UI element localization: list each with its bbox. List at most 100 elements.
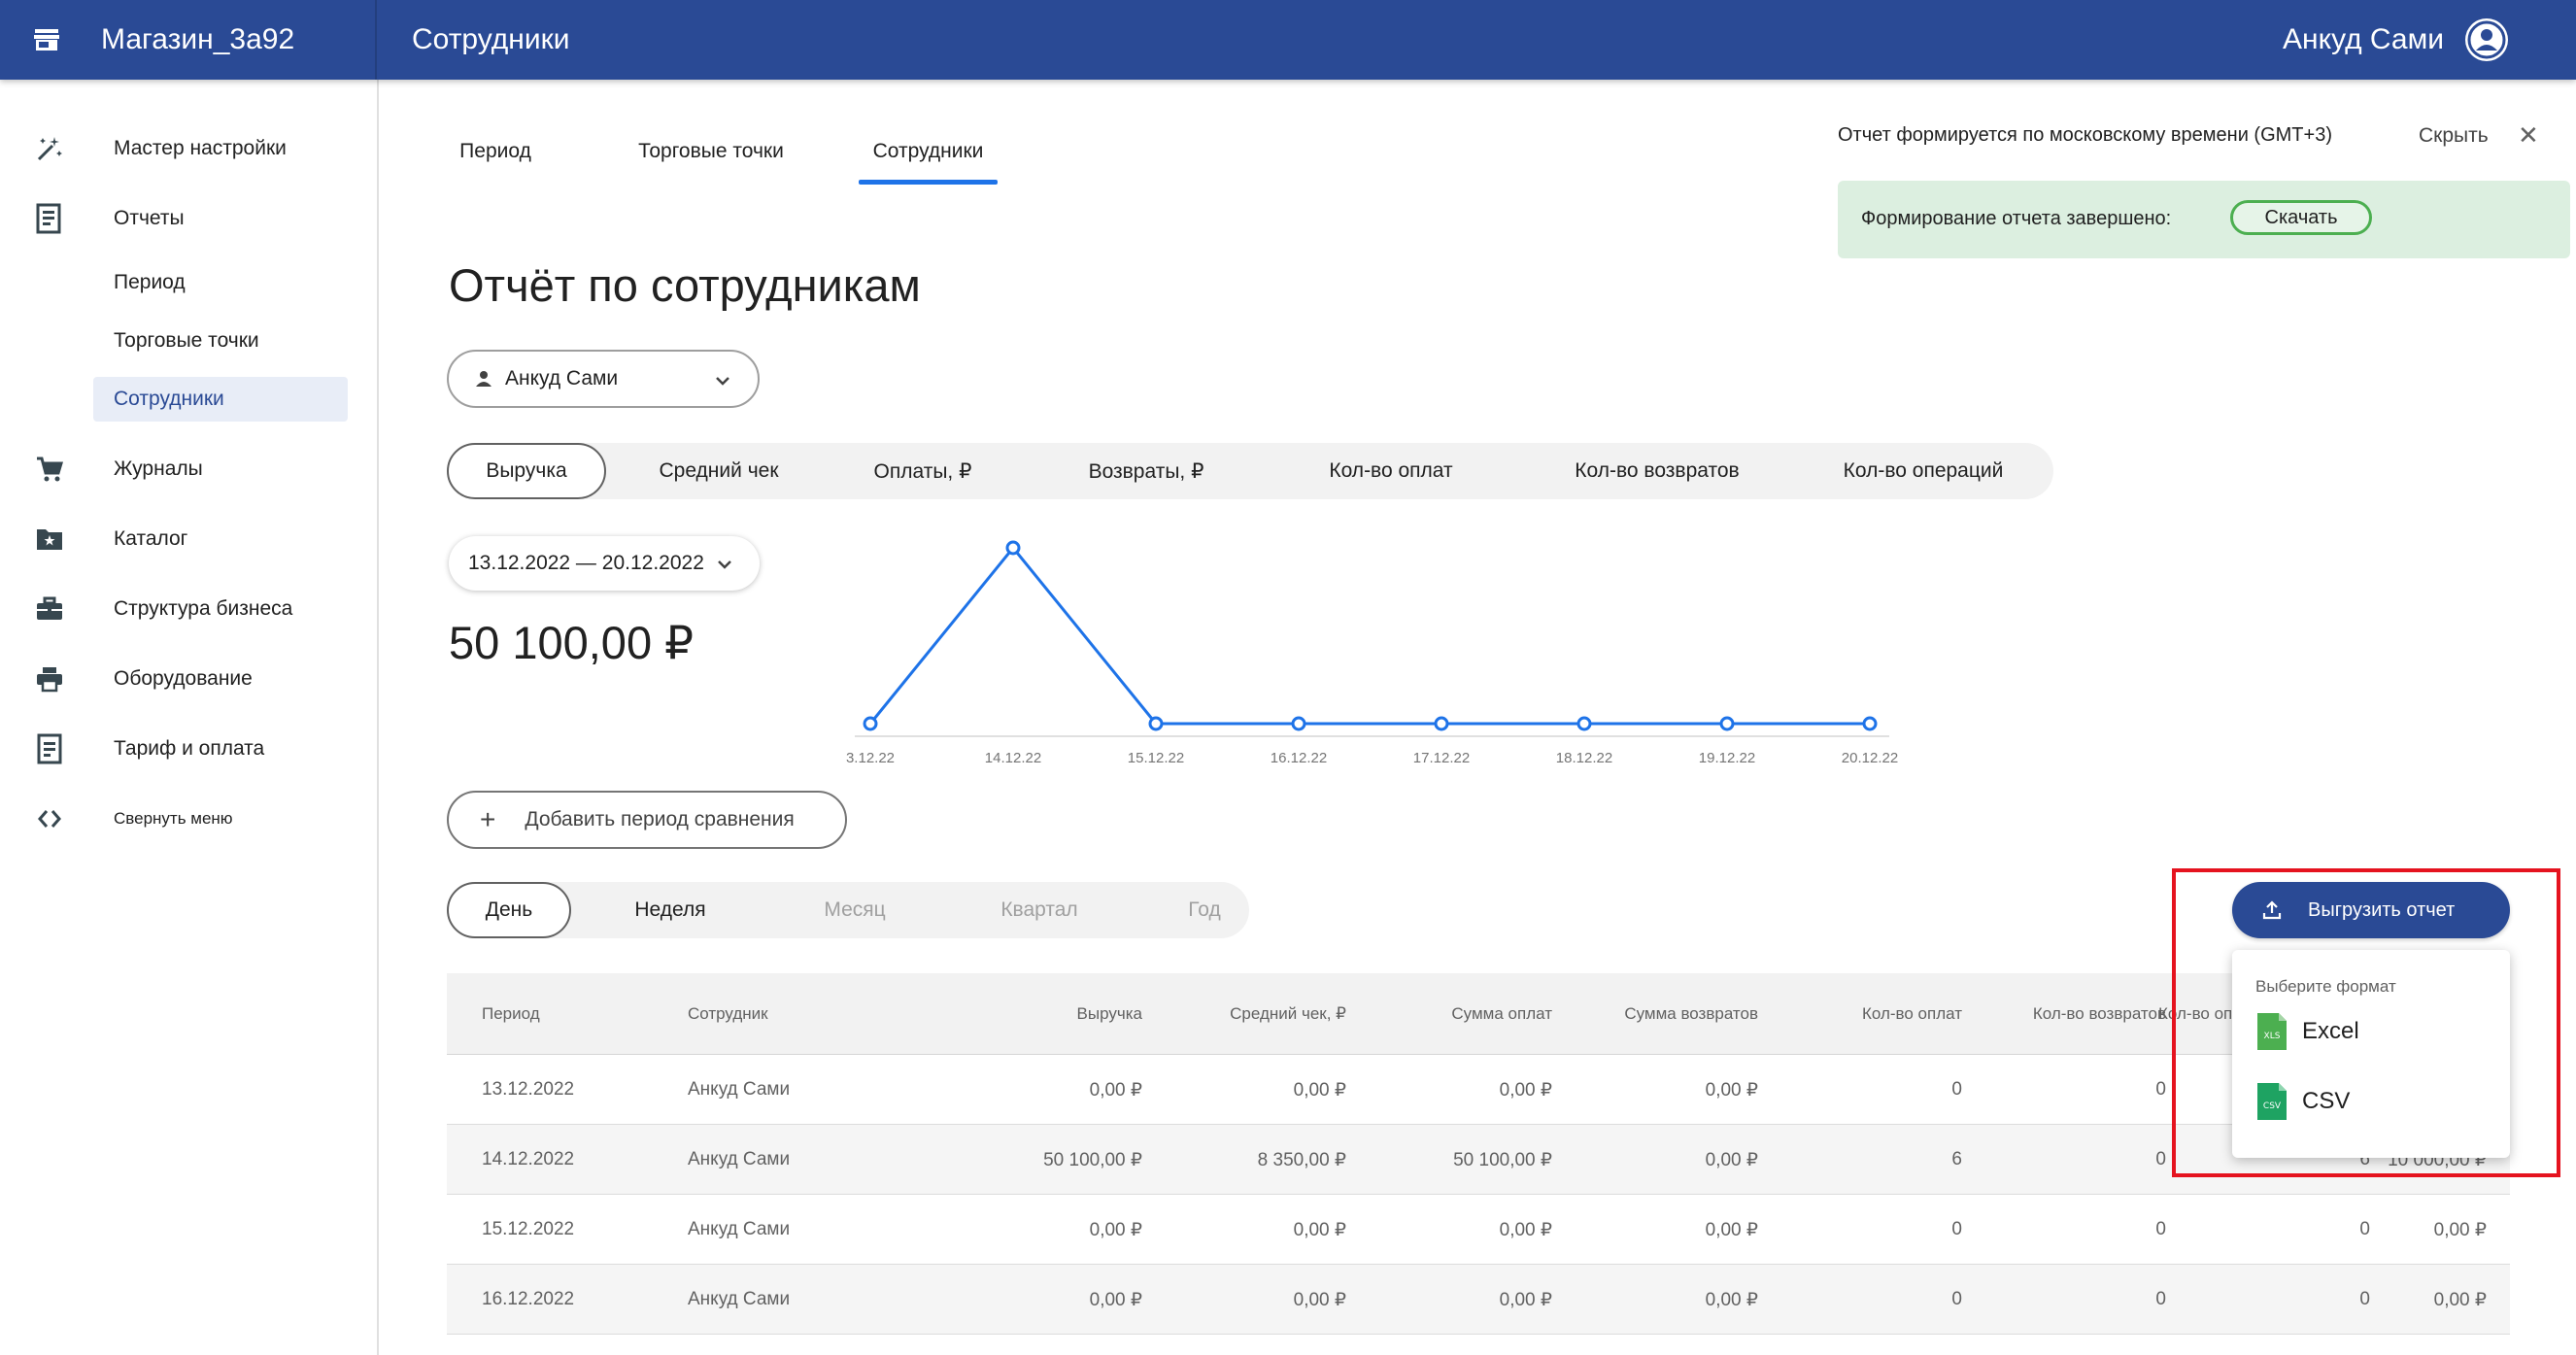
add-compare-period-button[interactable]: + Добавить период сравнения bbox=[447, 791, 847, 849]
x-tick-label: 14.12.22 bbox=[985, 750, 1041, 766]
period-year[interactable]: Год bbox=[1166, 882, 1243, 938]
cart-icon bbox=[33, 453, 66, 486]
user-menu[interactable]: Анкуд Сами bbox=[2283, 0, 2508, 80]
table-cell: 8 350,00 ₽ bbox=[1257, 1149, 1346, 1170]
data-point bbox=[1862, 716, 1878, 731]
sidebar-item-reports[interactable]: Отчеты bbox=[0, 194, 379, 243]
table-cell: 16.12.2022 bbox=[482, 1289, 575, 1309]
table-cell: 0 bbox=[2155, 1149, 2166, 1169]
page-title: Сотрудники bbox=[412, 23, 570, 55]
sidebar-item-label: Журналы bbox=[114, 457, 203, 480]
table-cell: 0,00 ₽ bbox=[1705, 1219, 1758, 1240]
metric-operations-count[interactable]: Кол-во операций bbox=[1807, 443, 2040, 499]
sidebar: Мастер настройки Отчеты Период Торговые … bbox=[0, 80, 379, 1355]
metric-switcher: Выручка Средний чек Оплаты, ₽ Возвраты, … bbox=[447, 443, 2053, 499]
data-point bbox=[1005, 540, 1021, 556]
shop-switcher[interactable]: Магазин_3а92 bbox=[0, 0, 377, 80]
table-row[interactable]: 15.12.2022 Анкуд Сами 0,00 ₽ 0,00 ₽ 0,00 ₽ 0,… bbox=[447, 1195, 2510, 1265]
sidebar-subitem-outlets[interactable]: Торговые точки bbox=[93, 319, 348, 363]
active-tab-indicator bbox=[859, 180, 998, 185]
table-cell: 0,00 ₽ bbox=[1499, 1289, 1552, 1310]
column-header[interactable]: Сотрудник bbox=[688, 973, 768, 1055]
table-cell: 0 bbox=[1951, 1079, 1962, 1100]
data-point bbox=[1576, 716, 1592, 731]
period-quarter[interactable]: Квартал bbox=[971, 882, 1107, 938]
x-tick-label: 19.12.22 bbox=[1699, 750, 1755, 766]
sidebar-subitem-employees[interactable]: Сотрудники bbox=[93, 377, 348, 422]
printer-icon bbox=[33, 662, 66, 695]
data-point bbox=[863, 716, 878, 731]
tab-outlets[interactable]: Торговые точки bbox=[612, 117, 810, 186]
metric-payments[interactable]: Оплаты, ₽ bbox=[845, 443, 1000, 499]
sidebar-item-business-structure[interactable]: Структура бизнеса bbox=[0, 585, 379, 633]
table-cell: 0,00 ₽ bbox=[1499, 1079, 1552, 1101]
metric-payments-count[interactable]: Кол-во оплат bbox=[1288, 443, 1494, 499]
table-cell: 0,00 ₽ bbox=[1293, 1219, 1346, 1240]
export-format-title: Выберите формат bbox=[2255, 977, 2396, 996]
download-button[interactable]: Скачать bbox=[2230, 200, 2372, 235]
timezone-notice: Отчет формируется по московскому времени… bbox=[1838, 124, 2332, 146]
x-tick-label: 15.12.22 bbox=[1128, 750, 1184, 766]
sidebar-item-label: Мастер настройки bbox=[114, 137, 287, 159]
column-header[interactable]: Средний чек, ₽ bbox=[1146, 973, 1346, 1055]
page-heading: Отчёт по сотрудникам bbox=[449, 259, 921, 311]
sidebar-collapse-button[interactable]: Свернуть меню bbox=[0, 795, 379, 843]
metric-average-check[interactable]: Средний чек bbox=[641, 443, 797, 499]
date-range-select[interactable]: 13.12.2022 — 20.12.2022 bbox=[449, 536, 760, 591]
period-switcher: День Неделя Месяц Квартал Год bbox=[447, 882, 1249, 938]
tab-employees[interactable]: Сотрудники bbox=[859, 117, 998, 186]
metric-refunds-count[interactable]: Кол-во возвратов bbox=[1531, 443, 1783, 499]
person-icon bbox=[476, 371, 491, 387]
metric-refunds[interactable]: Возвраты, ₽ bbox=[1049, 443, 1243, 499]
column-header[interactable]: Период bbox=[482, 973, 540, 1055]
table-cell: 0 bbox=[2155, 1079, 2166, 1100]
employee-select[interactable]: Анкуд Сами bbox=[447, 350, 760, 408]
period-day[interactable]: День bbox=[447, 882, 571, 938]
table-row[interactable]: 13.12.2022 Анкуд Сами 0,00 ₽ 0,00 ₽ 0,00 ₽ 0,… bbox=[447, 1055, 2510, 1125]
add-compare-period-label: Добавить период сравнения bbox=[525, 808, 795, 830]
sidebar-item-journals[interactable]: Журналы bbox=[0, 445, 379, 493]
period-week[interactable]: Неделя bbox=[612, 882, 729, 938]
magic-wand-icon bbox=[33, 132, 66, 165]
close-icon[interactable]: ✕ bbox=[2518, 120, 2539, 151]
x-tick-label: 16.12.22 bbox=[1271, 750, 1327, 766]
table-cell: 0,00 ₽ bbox=[1705, 1079, 1758, 1101]
metric-revenue[interactable]: Выручка bbox=[447, 443, 606, 499]
receipt-icon bbox=[33, 732, 66, 765]
tab-period[interactable]: Период bbox=[447, 117, 544, 186]
report-ready-banner: Формирование отчета завершено: Скачать bbox=[1838, 181, 2570, 258]
export-csv-option[interactable]: CSV CSV bbox=[2257, 1082, 2350, 1121]
period-month[interactable]: Месяц bbox=[797, 882, 913, 938]
x-tick-label: 20.12.22 bbox=[1842, 750, 1898, 766]
export-format-menu: Выберите формат XLS Excel CSV CSV bbox=[2232, 950, 2510, 1158]
sidebar-item-catalog[interactable]: Каталог bbox=[0, 515, 379, 563]
column-header[interactable]: Кол-во возвратов bbox=[1972, 973, 2166, 1055]
column-header[interactable]: Выручка bbox=[971, 973, 1142, 1055]
collapse-icon bbox=[33, 802, 66, 835]
sidebar-item-tariff[interactable]: Тариф и оплата bbox=[0, 725, 379, 773]
table-cell: 50 100,00 ₽ bbox=[1453, 1149, 1552, 1170]
table-cell: 0,00 ₽ bbox=[1293, 1079, 1346, 1101]
sidebar-item-label: Свернуть меню bbox=[114, 809, 233, 828]
sidebar-item-setup-wizard[interactable]: Мастер настройки bbox=[0, 124, 379, 173]
data-point bbox=[1148, 716, 1164, 731]
table-row[interactable]: 16.12.2022 Анкуд Сами 0,00 ₽ 0,00 ₽ 0,00 ₽ 0,… bbox=[447, 1265, 2510, 1335]
table-cell: 0,00 ₽ bbox=[2433, 1289, 2487, 1310]
csv-file-icon: CSV bbox=[2257, 1083, 2287, 1120]
export-excel-option[interactable]: XLS Excel bbox=[2257, 1012, 2359, 1051]
hide-button[interactable]: Скрыть bbox=[2419, 124, 2489, 148]
x-tick-label: 17.12.22 bbox=[1413, 750, 1470, 766]
x-tick-label: 18.12.22 bbox=[1556, 750, 1612, 766]
table-cell: 50 100,00 ₽ bbox=[1043, 1149, 1142, 1170]
column-header[interactable]: Сумма оплат bbox=[1360, 973, 1552, 1055]
column-header[interactable]: Кол-во оп bbox=[2158, 973, 2232, 1055]
export-report-button[interactable]: Выгрузить отчет bbox=[2232, 882, 2510, 938]
table-cell: 0,00 ₽ bbox=[1089, 1289, 1142, 1310]
column-header[interactable]: Кол-во оплат bbox=[1768, 973, 1962, 1055]
sidebar-subitem-period[interactable]: Период bbox=[93, 260, 348, 305]
column-header[interactable]: Сумма возвратов bbox=[1564, 973, 1758, 1055]
sidebar-item-equipment[interactable]: Оборудование bbox=[0, 655, 379, 703]
sidebar-item-label: Каталог bbox=[114, 527, 188, 550]
sidebar-item-label: Структура бизнеса bbox=[114, 597, 293, 620]
table-row[interactable]: 14.12.2022 Анкуд Сами 50 100,00 ₽ 8 350,00 … bbox=[447, 1125, 2510, 1195]
